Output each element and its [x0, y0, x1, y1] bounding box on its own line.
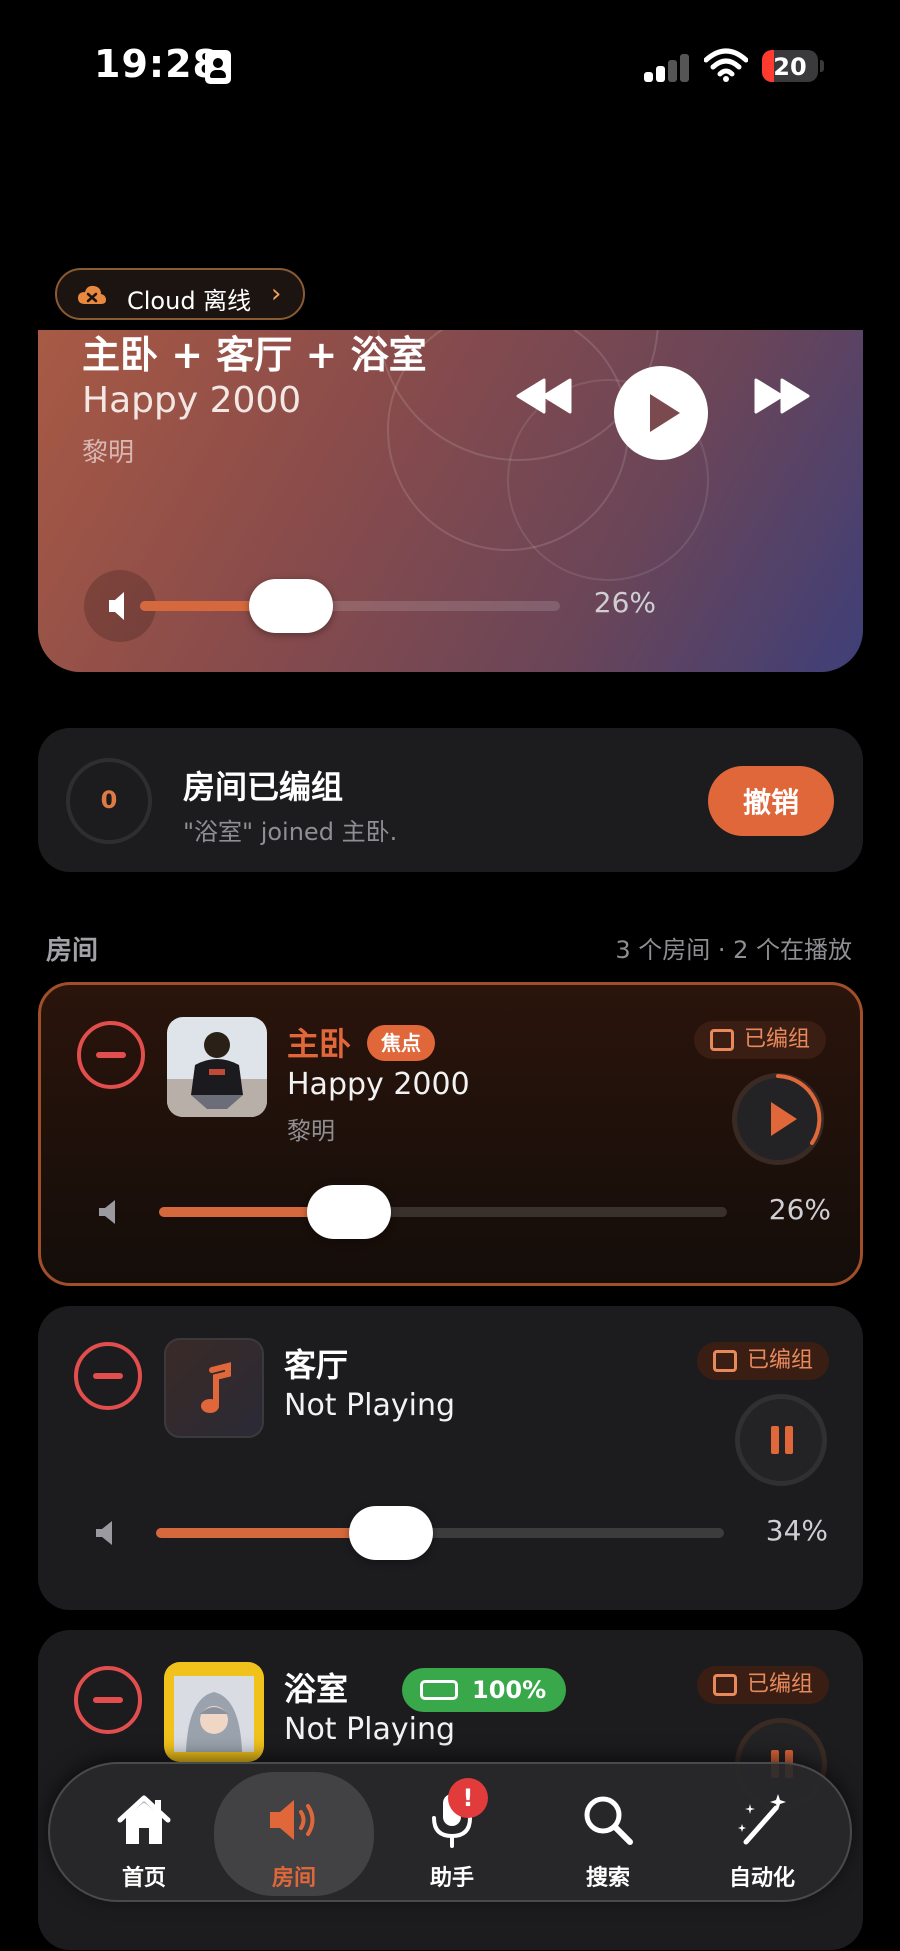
remove-from-group-button[interactable]: [74, 1342, 142, 1410]
artist-name: 黎明: [82, 438, 135, 468]
rooms-section-title: 房间: [46, 936, 99, 966]
tab-label: 首页: [121, 1866, 166, 1891]
tab-label: 助手: [429, 1866, 474, 1891]
play-button[interactable]: [614, 366, 708, 460]
battery-indicator: 20: [762, 50, 818, 82]
notice-title: 房间已编组: [183, 768, 344, 806]
speaker-volume-icon: [96, 1521, 112, 1545]
room-status: Not Playing: [284, 1388, 456, 1423]
countdown-ring: 0: [66, 758, 152, 844]
group-volume-slider[interactable]: [140, 579, 560, 633]
room-grouped-notice: 0 房间已编组 "浴室" joined 主卧. 撤销: [38, 728, 863, 872]
speaker-volume-icon: [99, 1200, 115, 1224]
room-name: 浴室: [284, 1670, 349, 1708]
tab-label: 房间: [271, 1866, 316, 1891]
room-volume-slider[interactable]: [156, 1506, 724, 1560]
grouped-badge: 已编组: [696, 1342, 829, 1380]
magic-wand-icon: [738, 1794, 786, 1845]
tab-label: 自动化: [728, 1866, 795, 1891]
room-artist: 黎明: [287, 1117, 335, 1145]
speaker-group-icon: [712, 1674, 737, 1696]
volume-percent: 34%: [765, 1514, 828, 1547]
tab-rooms[interactable]: 房间: [214, 1772, 374, 1896]
music-note-icon: [201, 1362, 231, 1413]
undo-button[interactable]: 撤销: [708, 766, 834, 836]
chevron-right-icon: ›: [271, 279, 282, 309]
song-title: Happy 2000: [82, 380, 302, 421]
contact-card-icon: [205, 50, 231, 84]
status-time: 19:28: [94, 42, 220, 86]
room-volume-slider[interactable]: [159, 1185, 727, 1239]
room-card-living-room[interactable]: 客厅 Not Playing 已编组 34%: [38, 1306, 863, 1610]
grouped-label: 已编组: [746, 1672, 813, 1697]
remove-from-group-button[interactable]: [77, 1021, 145, 1089]
notice-subtitle: "浴室" joined 主卧.: [183, 818, 398, 846]
group-title: 主卧 + 客厅 + 浴室: [82, 333, 427, 377]
rooms-section-summary: 3 个房间 · 2 个在播放: [615, 936, 852, 964]
volume-percent: 26%: [593, 586, 656, 619]
countdown-value: 0: [100, 786, 118, 814]
album-art: [164, 1662, 264, 1762]
tab-search[interactable]: 搜索: [528, 1764, 688, 1904]
battery-charging-icon: [420, 1680, 458, 1700]
cloud-status-label: Cloud 离线: [127, 287, 252, 315]
room-pause-button[interactable]: [735, 1394, 827, 1486]
cloud-offline-icon: [78, 285, 106, 304]
tab-home[interactable]: 首页: [64, 1764, 224, 1904]
grouped-badge: 已编组: [693, 1021, 826, 1059]
now-playing-card[interactable]: 主卧 + 客厅 + 浴室 Happy 2000 黎明 26%: [38, 330, 863, 672]
previous-track-icon[interactable]: [514, 376, 574, 416]
speaker-group-icon: [712, 1350, 737, 1372]
tab-bar: 首页 房间 ! 助手 搜索 自动化: [48, 1762, 852, 1902]
cellular-signal-icon: [644, 52, 692, 82]
music-note-placeholder: [164, 1338, 264, 1438]
progress-ring: [776, 1074, 822, 1145]
battery-cap: [820, 60, 824, 72]
remove-from-group-button[interactable]: [74, 1666, 142, 1734]
album-art: [167, 1017, 267, 1117]
grouped-label: 已编组: [743, 1027, 810, 1052]
battery-badge: 100%: [402, 1668, 567, 1712]
grouped-badge: 已编组: [696, 1666, 829, 1704]
volume-thumb[interactable]: [349, 1506, 434, 1560]
grouped-label: 已编组: [746, 1348, 813, 1373]
tab-automation[interactable]: 自动化: [682, 1764, 842, 1904]
room-name: 客厅: [284, 1346, 349, 1384]
volume-thumb[interactable]: [249, 579, 334, 633]
room-play-button[interactable]: [732, 1073, 824, 1165]
battery-percent: 100%: [472, 1676, 547, 1704]
home-icon: [117, 1795, 171, 1844]
assistant-alert-badge: !: [448, 1778, 488, 1818]
volume-thumb[interactable]: [306, 1185, 391, 1239]
status-bar: 19:28 20: [0, 0, 900, 130]
next-track-icon[interactable]: [752, 376, 812, 416]
search-icon: [584, 1796, 633, 1845]
room-name: 主卧: [287, 1025, 352, 1063]
cloud-status-button[interactable]: Cloud 离线 ›: [55, 268, 305, 320]
volume-percent: 26%: [768, 1193, 831, 1226]
speaker-icon: [270, 1800, 315, 1840]
room-song: Happy 2000: [287, 1067, 470, 1102]
tab-assistant[interactable]: ! 助手: [372, 1764, 532, 1904]
wifi-icon: [704, 48, 748, 82]
speaker-group-icon: [709, 1029, 734, 1051]
focus-badge: 焦点: [367, 1025, 435, 1061]
battery-level: 20: [773, 53, 807, 81]
tab-label: 搜索: [585, 1866, 630, 1891]
room-card-master-bedroom[interactable]: 主卧 焦点 Happy 2000 黎明 已编组 26%: [38, 982, 863, 1286]
room-status: Not Playing: [284, 1712, 456, 1747]
